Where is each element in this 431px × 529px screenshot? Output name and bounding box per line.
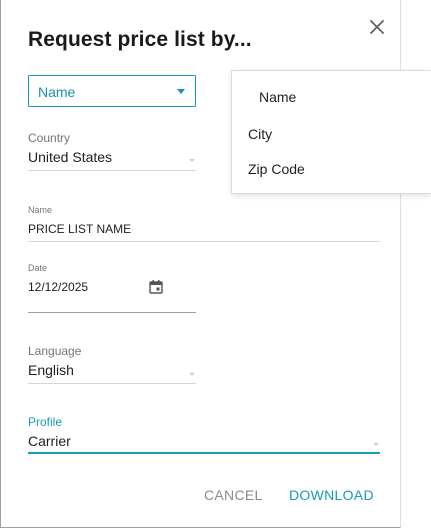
date-field[interactable]: Date 12/12/2025	[28, 263, 196, 315]
menu-item-name[interactable]: Name	[259, 89, 296, 105]
menu-item-zip-code[interactable]: Zip Code	[248, 161, 305, 177]
profile-underline	[28, 452, 380, 454]
request-by-selected-value: Name	[38, 84, 76, 100]
profile-field[interactable]: Profile Carrier	[28, 415, 380, 457]
download-button[interactable]: DOWNLOAD	[289, 487, 374, 503]
cancel-button[interactable]: CANCEL	[204, 487, 263, 503]
close-icon[interactable]	[367, 17, 387, 37]
date-label: Date	[28, 263, 48, 273]
request-by-select[interactable]: Name	[28, 75, 196, 107]
name-underline	[28, 241, 380, 242]
dialog-title: Request price list by...	[28, 28, 252, 51]
language-value: English	[28, 362, 74, 378]
request-by-dropdown-menu: Name City Zip Code	[231, 70, 431, 194]
calendar-icon[interactable]	[148, 279, 164, 295]
name-label: Name	[28, 205, 53, 215]
language-label: Language	[28, 344, 82, 358]
chevron-down-icon	[189, 159, 195, 162]
profile-label: Profile	[28, 415, 63, 429]
name-value: PRICE LIST NAME	[28, 222, 132, 236]
country-value: United States	[28, 149, 113, 165]
profile-value: Carrier	[28, 433, 71, 449]
dropdown-arrow-icon	[177, 89, 185, 94]
chevron-down-icon	[189, 373, 195, 376]
menu-item-city[interactable]: City	[248, 126, 272, 142]
date-value: 12/12/2025	[28, 280, 89, 294]
language-field[interactable]: Language English	[28, 344, 196, 386]
country-label: Country	[28, 131, 71, 145]
country-field[interactable]: Country United States	[28, 131, 196, 173]
chevron-down-icon	[373, 443, 379, 446]
date-underline	[28, 312, 196, 313]
country-underline	[28, 170, 196, 171]
name-field[interactable]: Name PRICE LIST NAME	[28, 205, 380, 243]
language-underline	[28, 383, 196, 384]
